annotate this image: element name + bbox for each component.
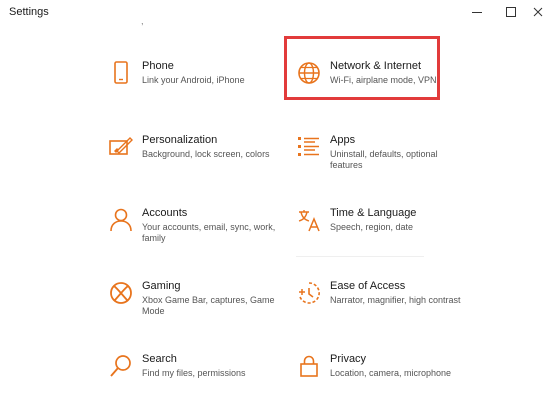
tile-accounts[interactable]: Accounts Your accounts, email, sync, wor… xyxy=(108,207,288,257)
apps-list-icon xyxy=(296,134,322,160)
personalization-icon xyxy=(108,134,134,160)
tile-apps-name: Apps xyxy=(330,134,356,146)
time-language-icon xyxy=(296,207,322,233)
title-bar: Settings xyxy=(0,0,555,24)
tile-accounts-name: Accounts xyxy=(142,207,188,219)
minimize-button[interactable] xyxy=(460,0,494,24)
minimize-icon xyxy=(472,11,482,13)
highlight-box xyxy=(284,36,440,100)
tile-search-name: Search xyxy=(142,353,177,365)
phone-icon xyxy=(108,60,134,86)
close-button[interactable] xyxy=(521,0,555,24)
tile-ease-name: Ease of Access xyxy=(330,280,406,292)
tile-time-desc: Speech, region, date xyxy=(330,222,414,232)
tile-personalization[interactable]: Personalization Background, lock screen,… xyxy=(108,134,288,184)
tile-time-language[interactable]: Time & Language Speech, region, date xyxy=(296,207,476,257)
tile-apps-desc: Uninstall, defaults, optional features xyxy=(330,149,438,170)
tile-privacy-name: Privacy xyxy=(330,353,367,365)
tile-personalization-name: Personalization xyxy=(142,134,218,146)
tile-search-desc: Find my files, permissions xyxy=(142,368,246,378)
tile-ease-desc: Narrator, magnifier, high contrast xyxy=(330,295,461,305)
tile-privacy-desc: Location, camera, microphone xyxy=(330,368,452,378)
tile-privacy[interactable]: Privacy Location, camera, microphone xyxy=(296,353,476,403)
divider xyxy=(296,256,424,257)
close-icon xyxy=(533,7,543,17)
maximize-icon xyxy=(506,7,516,17)
ease-of-access-icon xyxy=(296,280,322,306)
tile-apps[interactable]: Apps Uninstall, defaults, optional featu… xyxy=(296,134,476,184)
window-title: Settings xyxy=(9,6,49,18)
person-icon xyxy=(108,207,134,233)
search-icon xyxy=(108,353,134,379)
tile-time-name: Time & Language xyxy=(330,207,417,219)
tile-phone-desc: Link your Android, iPhone xyxy=(142,75,245,85)
lock-icon xyxy=(296,353,322,379)
tile-personalization-desc: Background, lock screen, colors xyxy=(142,149,270,159)
tile-gaming-desc: Xbox Game Bar, captures, Game Mode xyxy=(142,295,275,316)
scrolled-text-fragment: , xyxy=(141,16,144,26)
xbox-icon xyxy=(108,280,134,306)
tile-phone[interactable]: Phone Link your Android, iPhone xyxy=(108,60,288,110)
tile-search[interactable]: Search Find my files, permissions xyxy=(108,353,288,403)
tile-ease-of-access[interactable]: Ease of Access Narrator, magnifier, high… xyxy=(296,280,476,330)
tile-phone-name: Phone xyxy=(142,60,174,72)
tile-gaming-name: Gaming xyxy=(142,280,181,292)
tile-gaming[interactable]: Gaming Xbox Game Bar, captures, Game Mod… xyxy=(108,280,288,330)
tile-accounts-desc: Your accounts, email, sync, work, family xyxy=(142,222,276,243)
